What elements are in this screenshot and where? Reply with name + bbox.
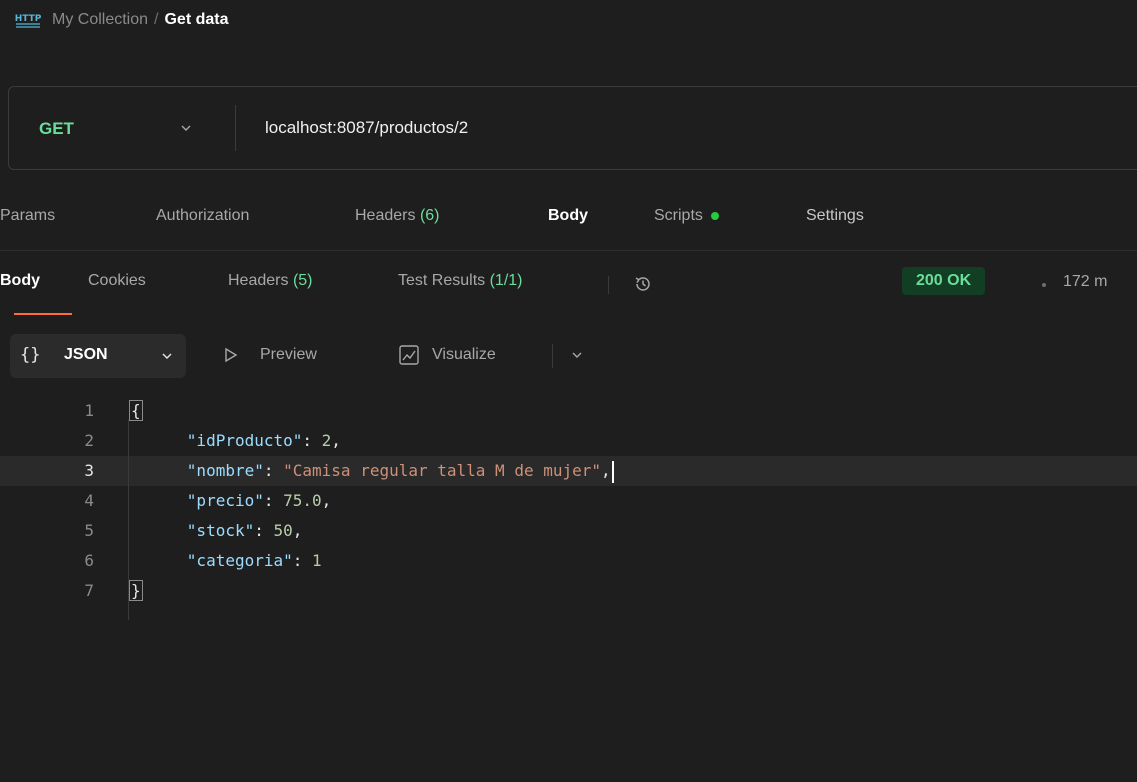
json-value: 50 xyxy=(273,521,293,540)
preview-label: Preview xyxy=(260,346,317,363)
url-divider xyxy=(235,105,236,151)
line-number: 5 xyxy=(84,521,94,540)
line-number: 3 xyxy=(84,461,94,480)
tab-headers-label: Headers xyxy=(355,207,416,224)
chevron-down-icon[interactable] xyxy=(570,348,584,362)
top-bar: HTTP My Collection / Get data xyxy=(0,0,1137,40)
breadcrumb-separator: / xyxy=(154,11,159,28)
code-content: "nombre": "Camisa regular talla M de muj… xyxy=(129,456,614,486)
breadcrumb-collection[interactable]: My Collection xyxy=(52,11,148,28)
svg-text:HTTP: HTTP xyxy=(15,14,42,24)
json-braces-icon: {} xyxy=(20,345,41,365)
response-tab-headers-count: (5) xyxy=(292,272,313,289)
response-tab-body[interactable]: Body xyxy=(0,272,40,290)
chevron-down-icon xyxy=(162,353,172,359)
scripts-status-dot xyxy=(710,211,719,220)
line-number: 2 xyxy=(84,431,94,450)
response-body-editor[interactable]: 1 { 2 "idProducto": 2, 3 "nombre": "Cami… xyxy=(0,396,1137,656)
json-key: "stock" xyxy=(186,521,255,540)
json-comma: , xyxy=(321,491,332,510)
response-tab-test-results-label: Test Results xyxy=(398,272,486,289)
code-content: } xyxy=(129,576,143,606)
tab-params[interactable]: Params xyxy=(0,207,55,225)
response-tab-headers[interactable]: Headers (5) xyxy=(228,272,313,290)
image-chart-icon xyxy=(399,345,419,365)
url-bar: GET localhost:8087/productos/2 xyxy=(8,86,1137,170)
code-content: "categoria": 1 xyxy=(186,551,322,570)
json-key: "nombre" xyxy=(186,461,264,480)
request-name[interactable]: Get data xyxy=(164,11,228,28)
meta-separator-dot xyxy=(1042,283,1046,287)
indent-guide xyxy=(128,420,129,620)
breadcrumb: My Collection / Get data xyxy=(52,11,229,29)
json-value: 75.0 xyxy=(283,491,322,510)
play-icon xyxy=(225,347,238,363)
code-line: 4 "precio": 75.0, xyxy=(0,486,1137,516)
json-value: "Camisa regular talla M de mujer" xyxy=(283,461,602,480)
code-content: "precio": 75.0, xyxy=(186,491,332,510)
tab-body[interactable]: Body xyxy=(548,207,588,225)
text-cursor xyxy=(611,460,614,483)
line-number: 1 xyxy=(84,401,94,420)
code-content: "idProducto": 2, xyxy=(186,431,341,450)
json-value: 2 xyxy=(321,431,332,450)
code-line: 7 } xyxy=(0,576,1137,606)
response-tab-test-results[interactable]: Test Results (1/1) xyxy=(398,272,523,290)
code-line: 1 { xyxy=(0,396,1137,426)
json-key: "precio" xyxy=(186,491,264,510)
request-tabs: Params Authorization Headers (6) Body Sc… xyxy=(0,207,1137,237)
format-label: JSON xyxy=(64,346,108,363)
code-content: "stock": 50, xyxy=(186,521,303,540)
json-comma: , xyxy=(292,521,303,540)
code-line: 6 "categoria": 1 xyxy=(0,546,1137,576)
line-number: 6 xyxy=(84,551,94,570)
status-badge[interactable]: 200 OK xyxy=(902,267,986,295)
json-key: "categoria" xyxy=(186,551,293,570)
url-input[interactable]: localhost:8087/productos/2 xyxy=(265,118,468,138)
json-value: 1 xyxy=(312,551,322,570)
tab-scripts-label: Scripts xyxy=(654,207,703,224)
close-brace: } xyxy=(129,580,143,601)
chevron-down-icon[interactable] xyxy=(179,121,193,135)
line-number: 4 xyxy=(84,491,94,510)
method-select[interactable]: GET xyxy=(39,119,74,139)
tab-headers[interactable]: Headers (6) xyxy=(355,207,440,225)
history-icon[interactable] xyxy=(632,273,654,295)
response-tab-headers-label: Headers xyxy=(228,272,289,289)
response-time[interactable]: 172 m xyxy=(1063,273,1107,291)
tab-headers-count: (6) xyxy=(419,207,440,224)
line-number: 7 xyxy=(84,581,94,600)
response-tab-separator xyxy=(608,276,609,294)
http-icon: HTTP xyxy=(15,14,42,28)
json-comma: , xyxy=(601,461,611,480)
code-line: 2 "idProducto": 2, xyxy=(0,426,1137,456)
tab-authorization[interactable]: Authorization xyxy=(156,207,249,225)
json-comma: , xyxy=(331,431,341,450)
response-tab-test-results-count: (1/1) xyxy=(489,272,523,289)
section-divider xyxy=(0,250,1137,251)
tab-settings[interactable]: Settings xyxy=(806,207,864,225)
json-key: "idProducto" xyxy=(186,431,303,450)
code-line: 5 "stock": 50, xyxy=(0,516,1137,546)
tab-scripts[interactable]: Scripts xyxy=(654,207,719,225)
active-tab-underline xyxy=(14,313,72,315)
format-select-button[interactable]: {} JSON xyxy=(10,334,186,378)
visualize-label: Visualize xyxy=(432,346,496,363)
code-content: { xyxy=(129,396,143,426)
visualize-separator xyxy=(552,344,553,368)
open-brace: { xyxy=(129,400,143,421)
code-line-current: 3 "nombre": "Camisa regular talla M de m… xyxy=(0,456,1137,486)
response-tab-cookies[interactable]: Cookies xyxy=(88,272,146,290)
